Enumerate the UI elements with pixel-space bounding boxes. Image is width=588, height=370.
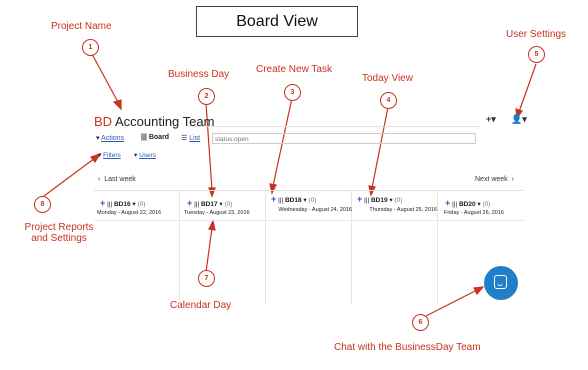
list-icon: ☰: [181, 135, 188, 142]
day-count: (0): [137, 201, 146, 208]
day-header: + ||| BD16 ▾ (0): [100, 198, 145, 208]
filters-link[interactable]: Filters: [103, 152, 121, 159]
caret-down-icon[interactable]: ▾: [303, 197, 306, 204]
marker-4: 4: [380, 92, 397, 109]
caret-down-icon[interactable]: ▾: [477, 201, 480, 208]
day-date: Wednesday - August 24, 2016: [278, 207, 352, 213]
prev-week[interactable]: ‹ Last week: [98, 176, 136, 183]
caret-down-icon: ▾: [98, 152, 102, 159]
search-input[interactable]: status:open: [212, 133, 476, 144]
marker-6: 6: [412, 314, 429, 331]
board-icon: |||: [107, 201, 113, 208]
day-column: [94, 191, 180, 305]
marker-1: 1: [82, 39, 99, 56]
board-tab-label: Board: [148, 134, 170, 141]
caret-down-icon[interactable]: ▾: [132, 201, 135, 208]
caret-down-icon[interactable]: ▾: [389, 197, 392, 204]
create-task-button[interactable]: +: [271, 194, 276, 204]
day-count: (0): [482, 201, 491, 208]
day-date: Friday - August 26, 2016: [444, 210, 504, 216]
board-icon: |||: [452, 201, 458, 208]
day-id[interactable]: BD17: [201, 201, 218, 208]
day-date: Thursday - August 25, 2016: [369, 207, 437, 213]
day-header: + ||| BD20 ▾ (0): [445, 198, 490, 208]
title-divider: [190, 126, 480, 127]
marker-3: 3: [284, 84, 301, 101]
day-header: + ||| BD17 ▾ (0): [187, 198, 232, 208]
marker-2: 2: [198, 88, 215, 105]
day-date: Tuesday - August 23, 2016: [184, 210, 250, 216]
day-date: Monday - August 22, 2016: [97, 210, 162, 216]
day-id[interactable]: BD20: [459, 201, 476, 208]
day-id[interactable]: BD19: [371, 197, 388, 204]
marker-8: 8: [34, 196, 51, 213]
list-tab-label[interactable]: List: [189, 135, 200, 142]
arrow-1: [91, 53, 120, 105]
board-icon: |||: [278, 197, 284, 204]
arrowhead-1: [112, 99, 122, 111]
create-task-button[interactable]: +: [445, 198, 450, 208]
board-icon: |||: [141, 134, 147, 141]
board-icon: |||: [194, 201, 200, 208]
board-tab[interactable]: ||| Board: [141, 134, 169, 141]
marker-5: 5: [528, 46, 545, 63]
create-task-button[interactable]: +: [187, 198, 192, 208]
chat-button[interactable]: [484, 266, 518, 300]
arrow-5: [518, 63, 537, 113]
day-column: [180, 191, 266, 305]
caret-down-icon: ▾: [96, 135, 100, 142]
arrow-4: [371, 106, 389, 189]
filters-menu[interactable]: ▾ Filters: [98, 151, 121, 159]
day-header: + ||| BD18 ▾ (0): [271, 194, 316, 204]
day-id[interactable]: BD16: [114, 201, 131, 208]
day-id[interactable]: BD18: [285, 197, 302, 204]
day-header: + ||| BD19 ▾ (0): [357, 194, 402, 204]
next-week-label: Next week: [475, 176, 508, 183]
create-task-button[interactable]: +: [100, 198, 105, 208]
chevron-left-icon: ‹: [98, 176, 101, 183]
add-menu-button[interactable]: +▾: [486, 114, 496, 125]
header-divider: [94, 220, 524, 221]
chevron-right-icon: ›: [511, 176, 514, 183]
caret-down-icon[interactable]: ▾: [219, 201, 222, 208]
users-link[interactable]: Users: [139, 152, 156, 159]
project-prefix: BD: [94, 114, 113, 129]
users-menu[interactable]: ▾ Users: [134, 151, 156, 159]
chat-icon: [494, 275, 507, 289]
day-count: (0): [394, 197, 403, 204]
list-tab[interactable]: ☰ List: [181, 134, 200, 142]
create-task-button[interactable]: +: [357, 194, 362, 204]
day-count: (0): [224, 201, 233, 208]
user-settings-button[interactable]: 👤▾: [511, 114, 527, 125]
actions-link[interactable]: Actions: [101, 135, 124, 142]
next-week[interactable]: Next week ›: [475, 176, 514, 183]
actions-menu[interactable]: ▾ Actions: [96, 134, 124, 142]
day-count: (0): [308, 197, 317, 204]
prev-week-label: Last week: [104, 176, 136, 183]
caret-down-icon: ▾: [134, 152, 138, 159]
arrow-6: [43, 157, 96, 197]
board-icon: |||: [364, 197, 370, 204]
